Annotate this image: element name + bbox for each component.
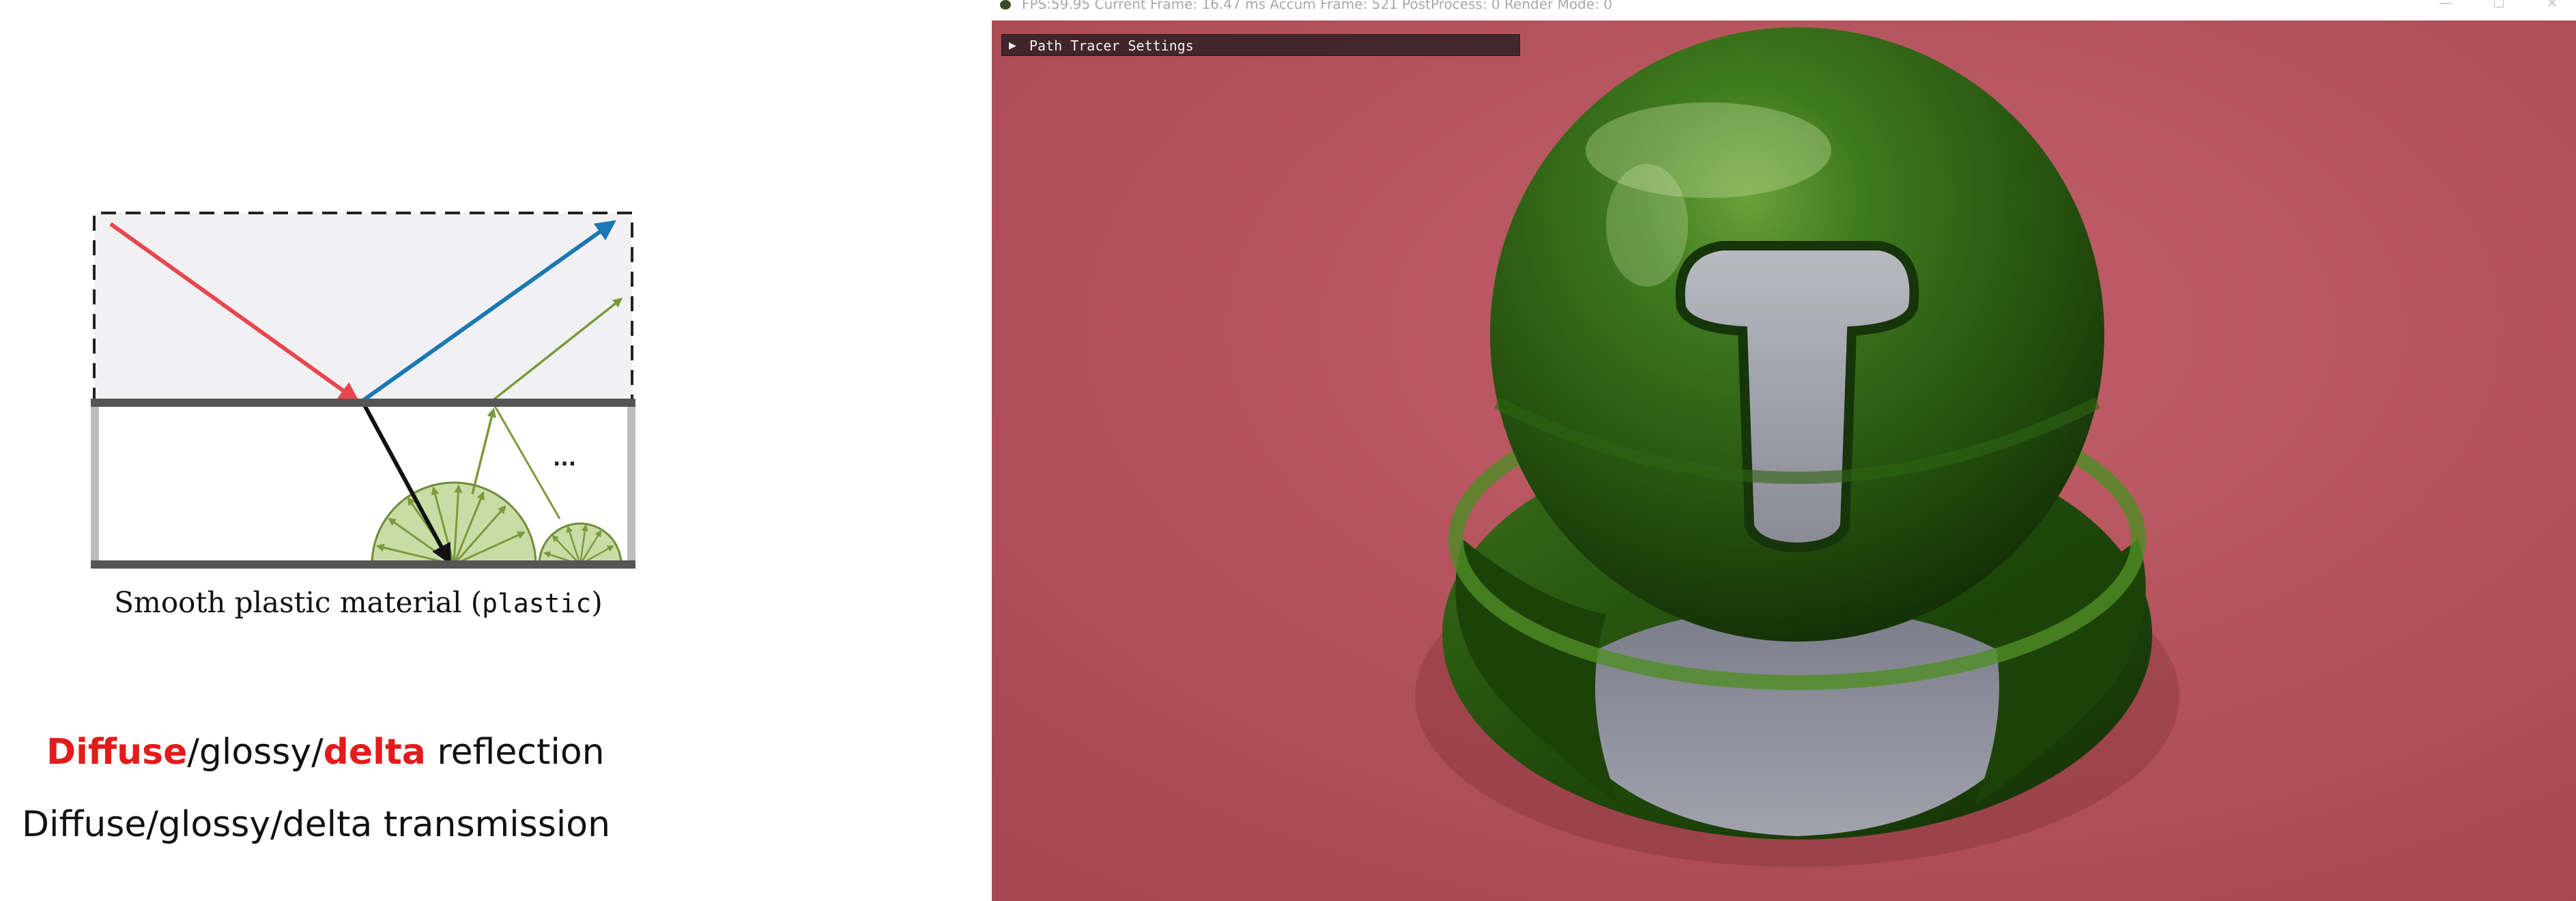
sphere-highlight-small — [1606, 164, 1688, 287]
delta-highlight: delta — [323, 732, 426, 773]
glossy-separator: /glossy/ — [187, 732, 324, 773]
transmission-bullet: Diffuse/glossy/delta transmission — [22, 804, 611, 845]
caption-text: Smooth plastic material ( — [114, 586, 483, 619]
caption-code: plastic — [482, 588, 592, 618]
diffuse-highlight: Diffuse — [46, 732, 188, 773]
app-icon — [1000, 0, 1011, 10]
status-bar-text: FPS:59.95 Current Frame: 16.47 ms Accum … — [1022, 0, 1612, 12]
collapse-arrow-icon[interactable]: ▶ — [1009, 35, 1016, 57]
path-tracer-settings-header[interactable]: ▶ Path Tracer Settings — [1001, 34, 1520, 56]
diagram-caption: Smooth plastic material (plastic) — [0, 586, 717, 619]
render-viewport[interactable] — [992, 20, 2576, 901]
path-tracer-window[interactable]: FPS:59.95 Current Frame: 16.47 ms Accum … — [992, 0, 2576, 901]
minimize-button[interactable]: — — [2418, 0, 2473, 14]
caption-close: ) — [591, 586, 603, 619]
close-button[interactable]: ✕ — [2525, 0, 2576, 14]
settings-panel-title: Path Tracer Settings — [1029, 38, 1194, 54]
substrate-right-wall — [627, 403, 635, 567]
reflection-word: reflection — [425, 732, 605, 773]
diffuse-lobe-small — [538, 522, 622, 566]
diffuse-inner-ray — [471, 407, 497, 495]
substrate-base — [91, 560, 635, 569]
plastic-material-diagram: ... — [91, 212, 635, 569]
diagram-ellipsis: ... — [553, 447, 576, 471]
substrate-left-wall — [91, 403, 99, 567]
window-titlebar[interactable]: FPS:59.95 Current Frame: 16.47 ms Accum … — [992, 0, 2576, 20]
coat-interface — [91, 399, 635, 407]
maximize-button[interactable]: ☐ — [2472, 0, 2526, 14]
reflection-bullet: Diffuse/glossy/delta reflection — [46, 732, 605, 773]
coat-region — [94, 213, 632, 403]
